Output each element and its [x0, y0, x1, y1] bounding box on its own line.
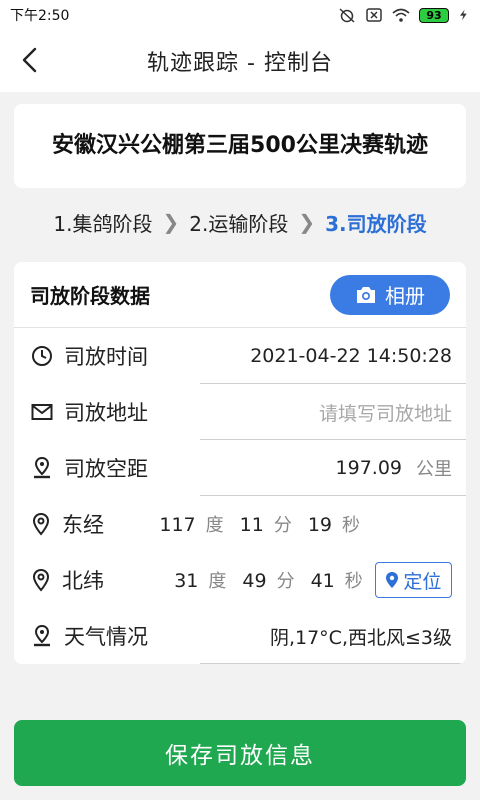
title-bar: 轨迹跟踪 - 控制台 — [0, 30, 480, 92]
battery-icon: 93 — [419, 7, 449, 23]
release-time-row[interactable]: 司放时间 2021-04-22 14:50:28 — [14, 328, 466, 384]
wifi-icon — [392, 8, 410, 22]
longitude-deg[interactable]: 117 — [159, 514, 195, 536]
alarm-off-icon — [339, 8, 355, 23]
album-button[interactable]: 相册 — [330, 274, 450, 315]
release-distance-value: 197.09 — [335, 457, 402, 479]
card-header: 司放阶段数据 相册 — [14, 262, 466, 328]
min-unit: 分 — [273, 515, 292, 536]
locate-button[interactable]: 定位 — [374, 562, 452, 598]
longitude-sec[interactable]: 19 — [308, 514, 332, 536]
section-title: 司放阶段数据 — [30, 284, 150, 308]
release-time-label: 司放时间 — [64, 345, 148, 369]
back-button[interactable] — [14, 44, 46, 76]
race-card: 安徽汉兴公棚第三届500公里决赛轨迹 — [14, 104, 466, 188]
longitude-value[interactable]: 117 度 11 分 19 秒 — [143, 511, 452, 537]
min-unit: 分 — [276, 571, 295, 592]
camera-icon — [357, 286, 375, 303]
step-collect[interactable]: 1.集鸽阶段 — [53, 208, 152, 237]
longitude-min[interactable]: 11 — [240, 514, 264, 536]
location-pin-icon — [30, 624, 54, 648]
latitude-value[interactable]: 31 度 49 分 41 秒 — [158, 567, 363, 593]
release-address-row[interactable]: 司放地址 请填写司放地址 — [14, 384, 466, 440]
weather-label: 天气情况 — [64, 625, 148, 649]
weather-row[interactable]: 天气情况 阴,17°C,西北风≤3级 — [14, 608, 466, 664]
locate-button-label: 定位 — [403, 570, 442, 593]
sec-unit: 秒 — [342, 515, 360, 536]
status-bar: 下午2:50 93 — [0, 0, 480, 30]
mail-icon — [30, 400, 54, 424]
release-time-value[interactable]: 2021-04-22 14:50:28 — [250, 345, 452, 367]
location-pin-icon — [30, 456, 54, 480]
distance-unit: 公里 — [416, 459, 452, 480]
latitude-min[interactable]: 49 — [242, 570, 266, 592]
deg-unit: 度 — [205, 515, 224, 536]
latitude-sec[interactable]: 41 — [311, 570, 335, 592]
status-time: 下午2:50 — [10, 8, 70, 24]
weather-value[interactable]: 阴,17°C,西北风≤3级 — [270, 623, 452, 650]
location-pin-icon — [386, 572, 399, 588]
step-release[interactable]: 3.司放阶段 — [325, 208, 427, 237]
release-distance-row: 司放空距 197.09 公里 — [14, 440, 466, 496]
step-transport[interactable]: 2.运输阶段 — [189, 208, 288, 237]
chevron-left-icon — [22, 47, 37, 73]
deg-unit: 度 — [208, 571, 227, 592]
race-name: 安徽汉兴公棚第三届500公里决赛轨迹 — [52, 133, 428, 158]
release-address-label: 司放地址 — [64, 401, 148, 425]
release-address-input[interactable]: 请填写司放地址 — [319, 399, 452, 426]
no-sim-icon — [366, 8, 382, 22]
album-button-label: 相册 — [385, 284, 425, 308]
latitude-deg[interactable]: 31 — [174, 570, 198, 592]
chevron-right-icon: ❯ — [162, 210, 180, 234]
release-distance-label: 司放空距 — [64, 457, 148, 481]
clock-icon — [30, 344, 54, 368]
release-distance: 197.09 公里 — [336, 455, 452, 481]
latitude-row[interactable]: 北纬 31 度 49 分 41 秒 定位 — [14, 552, 466, 608]
page-title: 轨迹跟踪 - 控制台 — [147, 51, 333, 76]
latitude-label: 北纬 — [62, 569, 104, 593]
map-marker-icon — [30, 512, 52, 536]
sec-unit: 秒 — [344, 571, 363, 592]
stage-steps: 1.集鸽阶段 ❯ 2.运输阶段 ❯ 3.司放阶段 — [0, 200, 480, 244]
longitude-row[interactable]: 东经 117 度 11 分 19 秒 — [14, 496, 466, 552]
save-release-button[interactable]: 保存司放信息 — [14, 720, 466, 786]
longitude-label: 东经 — [62, 513, 104, 537]
status-icons: 93 — [338, 7, 470, 23]
charging-icon — [460, 9, 467, 21]
map-marker-icon — [30, 568, 52, 592]
release-data-card: 司放阶段数据 相册 司放时间 2021-04-22 14:50:28 司放地址 … — [14, 262, 466, 664]
chevron-right-icon: ❯ — [298, 210, 316, 234]
